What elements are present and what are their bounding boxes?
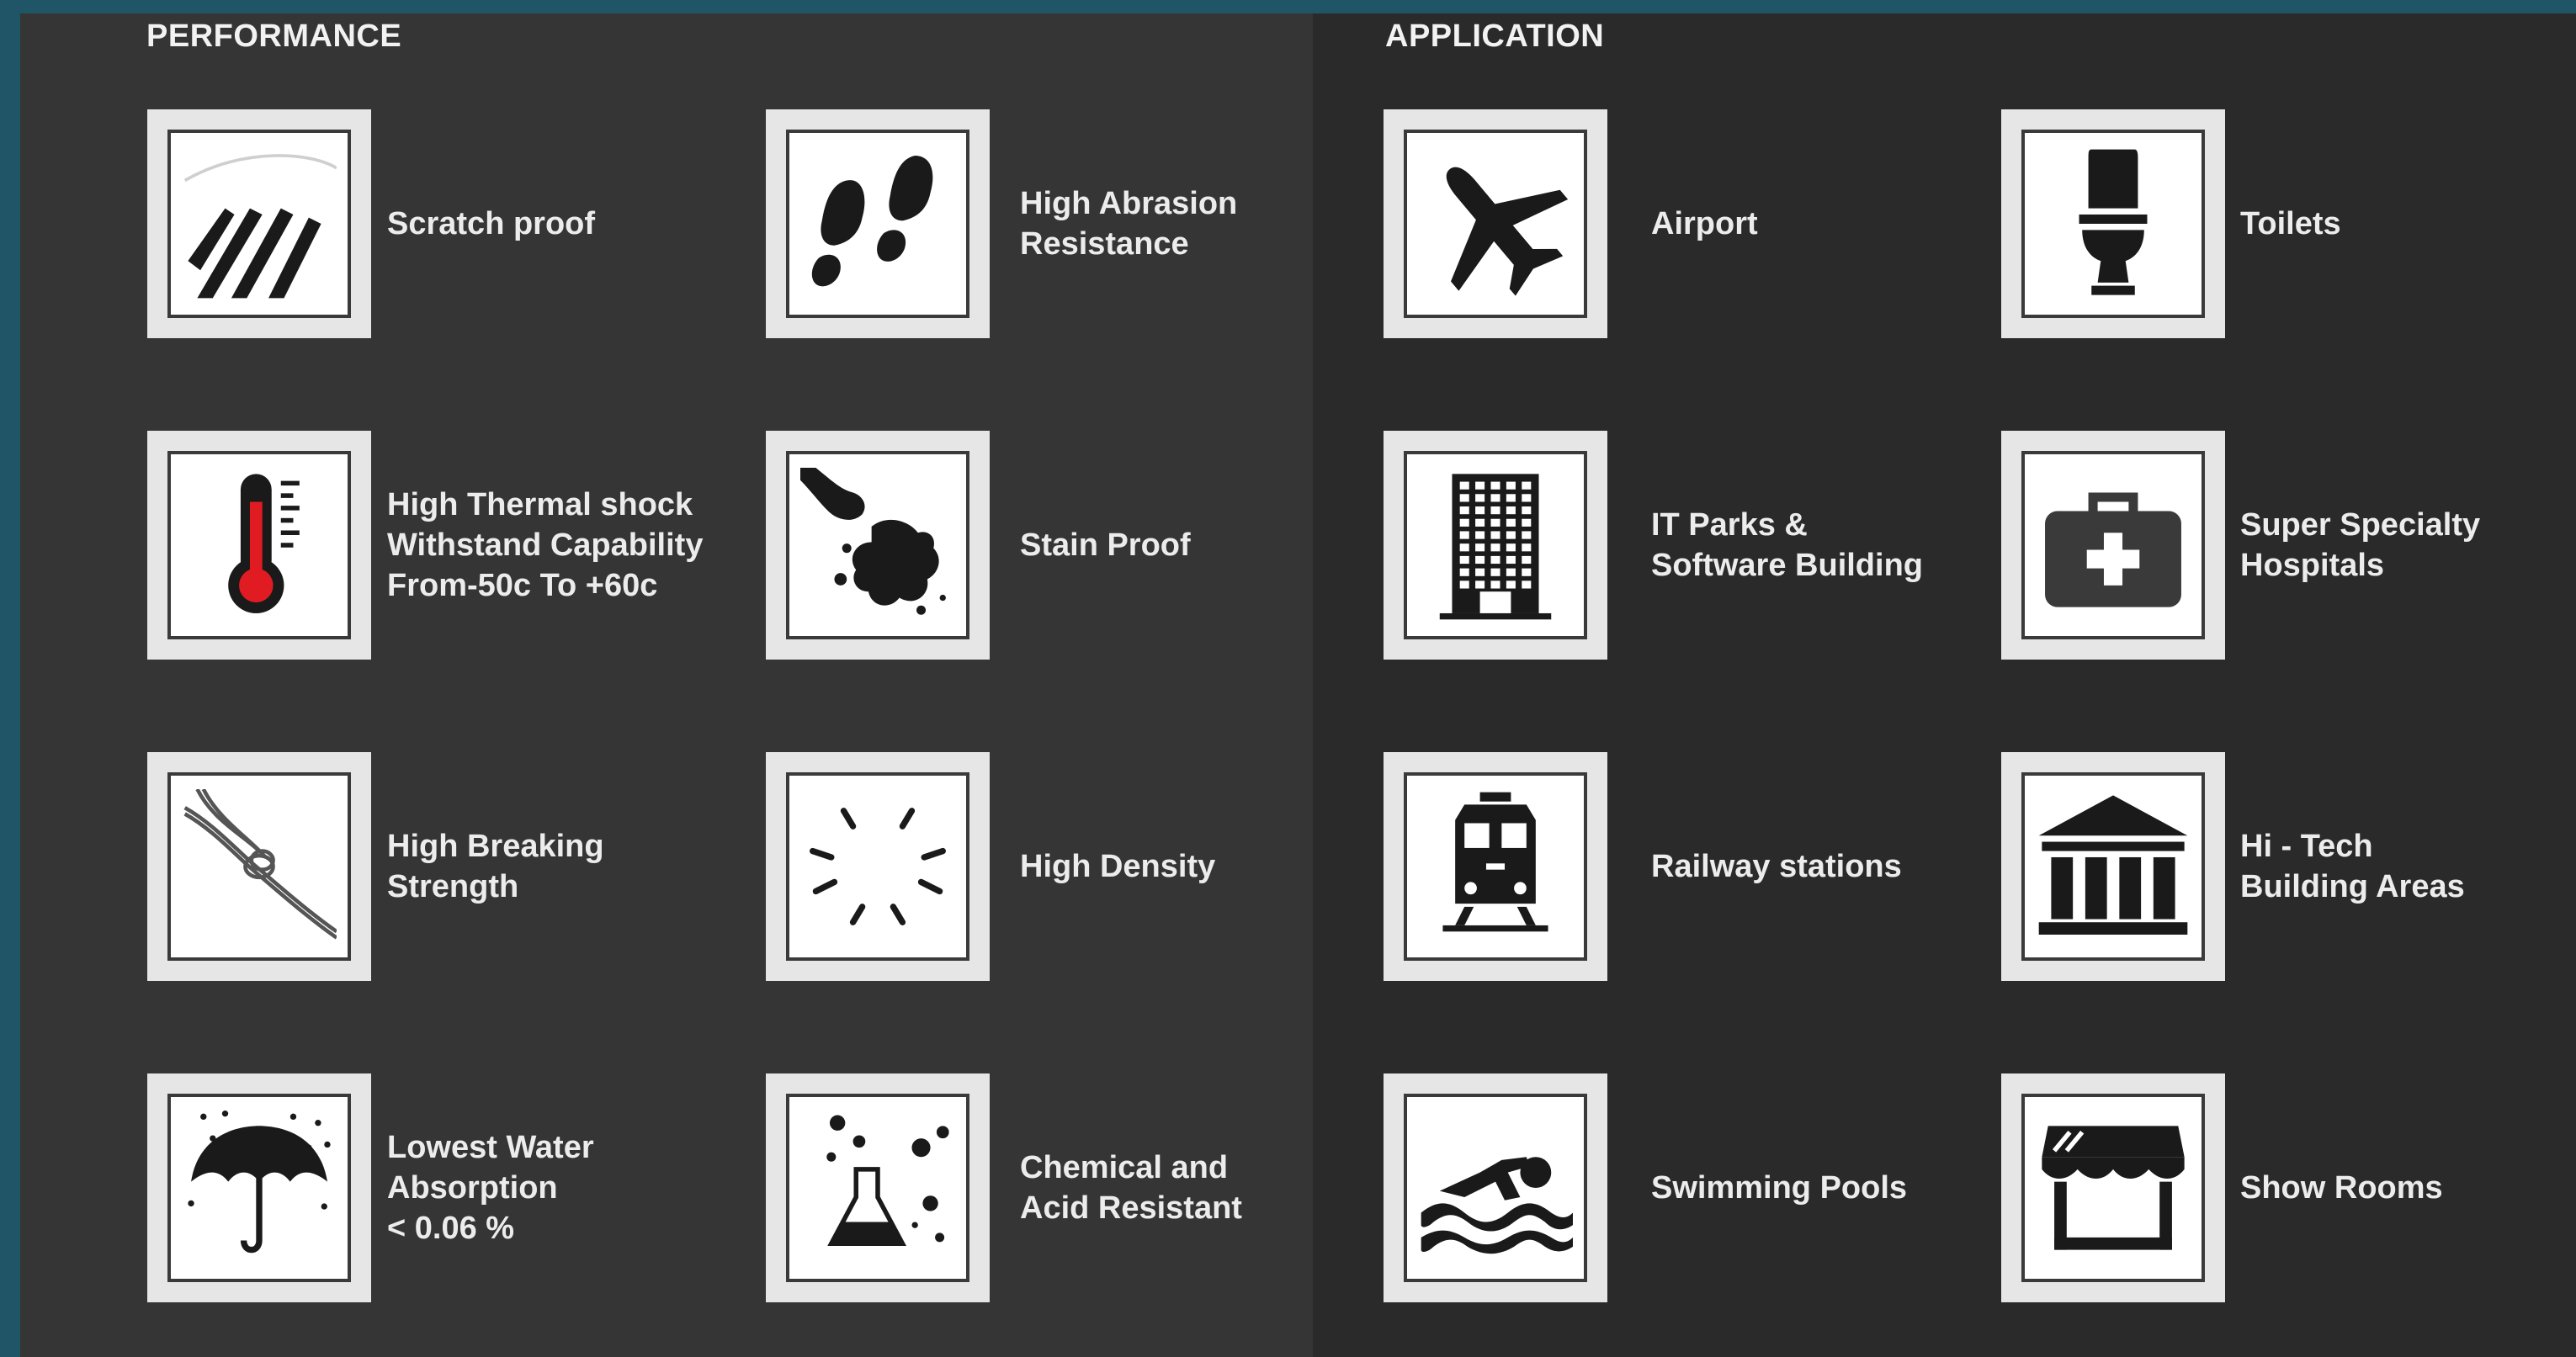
scratch-proof-tile (147, 109, 371, 338)
label-line: Toilets (2240, 206, 2341, 241)
water-absorption-tile (147, 1073, 371, 1302)
airplane-icon (1446, 167, 1569, 296)
office-building-icon (1439, 474, 1552, 620)
label-line: Super Specialty (2240, 507, 2481, 543)
density-burst-icon (810, 808, 946, 925)
show-rooms-tile (2001, 1073, 2225, 1302)
umbrella-rain-icon (188, 1111, 331, 1254)
railway-tile (1384, 752, 1607, 981)
label-line: Hospitals (2240, 548, 2385, 583)
classical-building-icon (2038, 795, 2188, 935)
thermal-shock-label: High Thermal shock Withstand Capability Fr… (387, 431, 757, 660)
label-line: Strength (387, 869, 519, 904)
train-icon (1442, 792, 1548, 932)
label-line: High Abrasion (1020, 186, 1238, 221)
label-line: Hi - Tech (2240, 829, 2373, 864)
toilet-icon (2079, 149, 2148, 295)
label-line: Withstand Capability (387, 527, 704, 563)
breaking-strength-tile (147, 752, 371, 981)
show-rooms-label: Show Rooms (2240, 1073, 2576, 1302)
label-line: From-50c To +60c (387, 568, 658, 603)
thermal-shock-tile (147, 431, 371, 660)
water-absorption-label: Lowest Water Absorption < 0.06 % (387, 1073, 757, 1302)
stain-icon (800, 468, 946, 615)
it-parks-label: IT Parks & Software Building (1651, 431, 2021, 660)
rope-knot-icon (183, 789, 337, 940)
hi-tech-building-label: Hi - Tech Building Areas (2240, 752, 2576, 981)
high-density-label: High Density (1020, 752, 1390, 981)
hospitals-tile (2001, 431, 2225, 660)
swimming-pools-tile (1384, 1073, 1607, 1302)
label-line: Stain Proof (1020, 527, 1191, 563)
footprints-icon (811, 156, 933, 287)
chemical-resistant-label: Chemical and Acid Resistant (1020, 1073, 1390, 1302)
label-line: Chemical and (1020, 1150, 1229, 1185)
label-line: Swimming Pools (1651, 1170, 1908, 1206)
high-abrasion-tile (766, 109, 990, 338)
toilets-tile (2001, 109, 2225, 338)
airport-tile (1384, 109, 1607, 338)
swimming-pools-label: Swimming Pools (1651, 1073, 2021, 1302)
swimmer-icon (1421, 1157, 1573, 1254)
label-line: High Thermal shock (387, 487, 693, 522)
label-line: Railway stations (1651, 849, 1902, 884)
label-line: Building Areas (2240, 869, 2465, 904)
performance-heading: PERFORMANCE (146, 19, 402, 54)
label-line: Airport (1651, 206, 1758, 241)
label-line: Show Rooms (2240, 1170, 2443, 1206)
high-abrasion-label: High Abrasion Resistance (1020, 109, 1390, 338)
label-line: Resistance (1020, 226, 1189, 262)
first-aid-kit-icon (2045, 492, 2181, 607)
label-line: < 0.06 % (387, 1211, 515, 1246)
toilets-label: Toilets (2240, 109, 2576, 338)
label-line: IT Parks & (1651, 507, 1808, 543)
label-line: Software Building (1651, 548, 1923, 583)
railway-label: Railway stations (1651, 752, 2021, 981)
high-density-tile (766, 752, 990, 981)
scratch-proof-label: Scratch proof (387, 109, 757, 338)
label-line: Absorption (387, 1170, 558, 1206)
chemical-resistant-tile (766, 1073, 990, 1302)
flask-icon (826, 1115, 949, 1246)
label-line: Lowest Water (387, 1130, 594, 1165)
label-line: Acid Resistant (1020, 1190, 1242, 1226)
hi-tech-building-tile (2001, 752, 2225, 981)
stain-proof-label: Stain Proof (1020, 431, 1390, 660)
scratch-icon (182, 150, 337, 301)
hospitals-label: Super Specialty Hospitals (2240, 431, 2576, 660)
label-line: High Density (1020, 849, 1216, 884)
label-line: Scratch proof (387, 206, 596, 241)
it-parks-tile (1384, 431, 1607, 660)
breaking-strength-label: High Breaking Strength (387, 752, 757, 981)
application-heading: APPLICATION (1385, 19, 1605, 54)
label-line: High Breaking (387, 829, 604, 864)
stain-proof-tile (766, 431, 990, 660)
airport-label: Airport (1651, 109, 2021, 338)
thermometer-icon (228, 474, 300, 613)
storefront-icon (2042, 1126, 2185, 1250)
